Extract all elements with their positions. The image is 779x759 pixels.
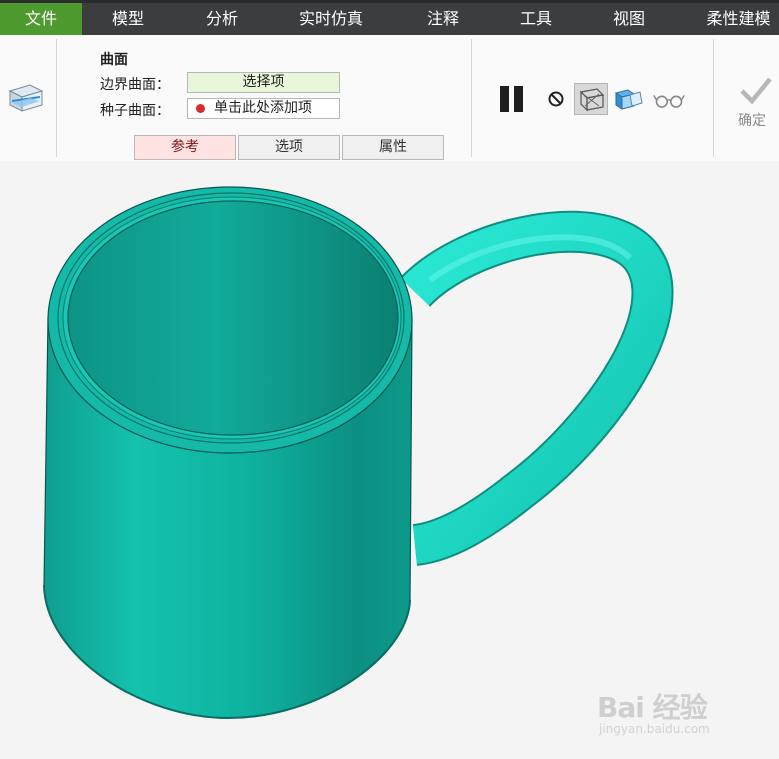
seed-surface-value: 单击此处添加项 [214,100,312,116]
mug-model[interactable] [0,161,779,759]
menu-file[interactable]: 文件 [0,3,82,35]
feature-dashboard: 曲面 边界曲面： 选择项 种子曲面： 单击此处添加项 参考 选项 属性 确定 [0,35,779,162]
ribbon-separator [56,39,57,157]
preview-geometry-icon [579,88,605,112]
boundary-surface-collector[interactable]: 选择项 [187,72,340,93]
baidu-watermark: Bai 经验 jingyan.baidu.com [597,674,767,744]
tab-options[interactable]: 选项 [238,135,340,160]
menu-analysis[interactable]: 分析 [184,3,260,35]
required-dot-icon [196,104,205,113]
watermark-url: jingyan.baidu.com [599,722,710,736]
ribbon-separator [713,39,714,157]
menu-tools[interactable]: 工具 [498,3,574,35]
boundary-surface-label: 边界曲面： [100,77,170,93]
tab-references[interactable]: 参考 [134,135,236,160]
pause-icon[interactable] [496,83,530,115]
menu-view[interactable]: 视图 [591,3,667,35]
preview-feature-icon[interactable] [612,83,646,115]
section-title: 曲面 [100,52,128,68]
checkmark-icon[interactable] [738,75,774,107]
tab-properties[interactable]: 属性 [342,135,444,160]
menu-annotate[interactable]: 注释 [405,3,481,35]
surface-copy-icon [8,84,44,112]
seed-surface-label: 种子曲面： [100,103,170,119]
preview-geometry-button[interactable] [574,83,608,115]
watermark-brand: Bai 经验 [597,691,708,724]
menu-model[interactable]: 模型 [90,3,166,35]
menu-bar: 文件 模型 分析 实时仿真 注释 工具 视图 柔性建模 [0,0,779,35]
ok-button[interactable]: 确定 [738,110,766,130]
menu-flexible-modeling[interactable]: 柔性建模 [698,3,779,35]
menu-simulation[interactable]: 实时仿真 [283,3,379,35]
seed-surface-collector[interactable]: 单击此处添加项 [187,98,340,119]
verify-glasses-icon[interactable] [652,83,686,115]
graphics-viewport[interactable]: Bai 经验 jingyan.baidu.com [0,161,779,759]
no-preview-icon[interactable] [540,83,574,115]
ribbon-separator [471,39,472,157]
